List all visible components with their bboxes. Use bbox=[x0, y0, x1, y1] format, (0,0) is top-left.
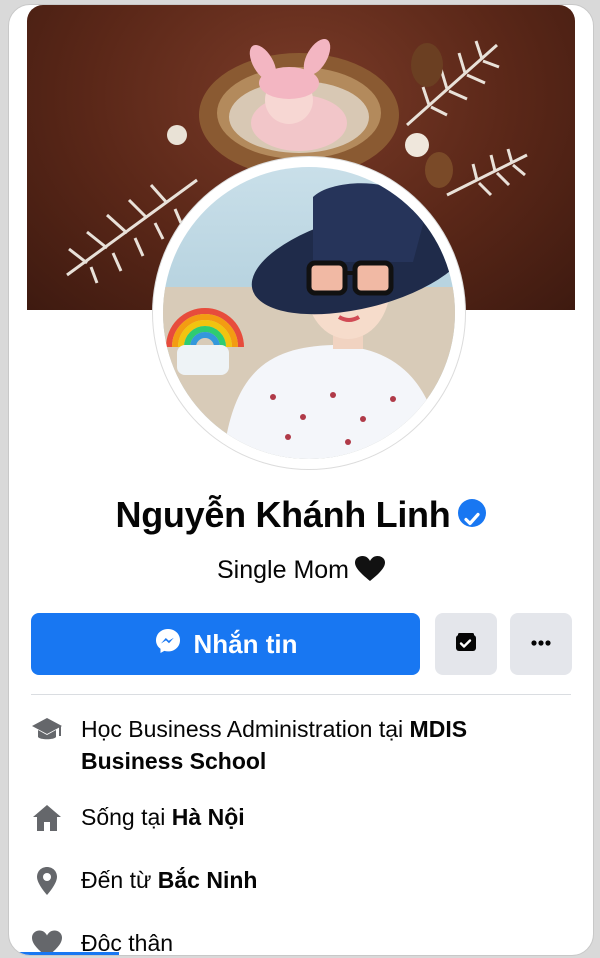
profile-picture-art bbox=[163, 167, 455, 459]
info-from: Đến từ Bắc Ninh bbox=[31, 864, 571, 898]
bio-text: Single Mom bbox=[217, 556, 349, 584]
education-text: Học Business Administration tại MDIS Bus… bbox=[81, 713, 551, 777]
from-text: Đến từ Bắc Ninh bbox=[81, 864, 551, 896]
more-button[interactable] bbox=[510, 613, 572, 675]
from-city[interactable]: Bắc Ninh bbox=[158, 867, 258, 893]
home-icon bbox=[31, 803, 63, 833]
messenger-icon bbox=[154, 627, 182, 662]
more-dots-icon bbox=[527, 629, 555, 660]
lives-city[interactable]: Hà Nội bbox=[172, 804, 245, 830]
relationship-text: Độc thân bbox=[81, 930, 174, 956]
black-heart-icon bbox=[355, 556, 385, 582]
lives-prefix: Sống tại bbox=[81, 804, 172, 830]
message-button-label: Nhắn tin bbox=[193, 628, 298, 659]
lives-in-text: Sống tại Hà Nội bbox=[81, 801, 551, 833]
profile-screen: Nguyễn Khánh Linh Single Mom Nhắn tin Họ… bbox=[8, 4, 594, 956]
scroll-indicator bbox=[9, 952, 119, 955]
education-prefix: Học Business Administration tại bbox=[81, 716, 410, 742]
profile-picture[interactable] bbox=[163, 167, 455, 459]
profile-name-row: Nguyễn Khánh Linh bbox=[9, 493, 593, 537]
section-divider bbox=[31, 694, 571, 695]
location-pin-icon bbox=[31, 866, 63, 896]
profile-bio: Single Mom bbox=[9, 553, 593, 587]
from-prefix: Đến từ bbox=[81, 867, 158, 893]
verified-badge-icon bbox=[458, 499, 487, 528]
info-lives-in: Sống tại Hà Nội bbox=[31, 801, 571, 835]
profile-name: Nguyễn Khánh Linh bbox=[115, 494, 451, 535]
info-education: Học Business Administration tại MDIS Bus… bbox=[31, 713, 571, 779]
graduation-cap-icon bbox=[31, 715, 63, 745]
wallet-icon bbox=[452, 629, 480, 660]
wallet-button[interactable] bbox=[435, 613, 497, 675]
message-button[interactable]: Nhắn tin bbox=[31, 613, 420, 675]
